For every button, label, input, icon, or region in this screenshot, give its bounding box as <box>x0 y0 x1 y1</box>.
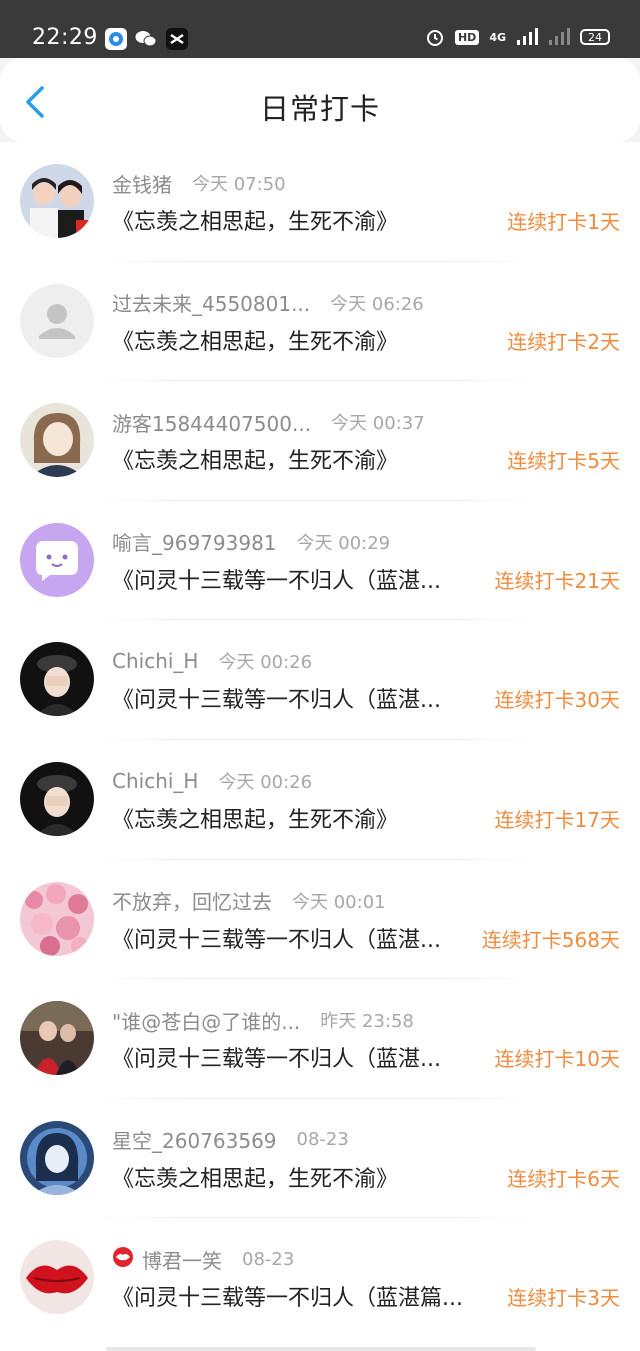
book-title[interactable]: 《问灵十三载等一不归人（蓝湛篇... <box>112 1280 472 1312</box>
streak-label: 连续打卡568天 <box>481 927 620 952</box>
timestamp: 昨天 23:58 <box>320 1011 414 1033</box>
username[interactable]: 星空_260763569 <box>112 1125 277 1154</box>
item-meta: 不放弃，回忆过去 今天 00:01 <box>112 888 472 914</box>
streak-label: 连续打卡1天 <box>507 210 620 234</box>
streak-label: 连续打卡3天 <box>507 1286 620 1311</box>
streak-label: 连续打卡10天 <box>494 1047 620 1072</box>
list-item[interactable]: 过去未来_4550801... 今天 06:26 《忘羡之相思起，生死不渝》 连… <box>0 262 640 382</box>
timestamp: 08-23 <box>242 1248 295 1270</box>
status-time: 22:29 <box>32 25 98 50</box>
timestamp: 今天 00:26 <box>218 652 313 674</box>
item-meta: 游客15844407500... 今天 00:37 <box>112 408 472 437</box>
list-item[interactable]: 金钱猪 今天 07:50 《忘羡之相思起，生死不渝》 连续打卡1天 <box>0 142 640 262</box>
timestamp: 今天 00:37 <box>331 413 425 435</box>
username[interactable]: 不放弃，回忆过去 <box>112 886 272 915</box>
list-item[interactable]: Chichi_H 今天 00:26 《问灵十三载等一不归人（蓝湛... 连续打卡… <box>0 620 640 740</box>
avatar[interactable] <box>20 1001 94 1076</box>
timestamp: 今天 06:26 <box>330 293 424 315</box>
streak-label: 连续打卡30天 <box>494 688 620 713</box>
book-title[interactable]: 《问灵十三载等一不归人（蓝湛... <box>112 563 472 595</box>
network-label: 4G <box>489 30 506 44</box>
timestamp: 今天 07:50 <box>192 174 286 195</box>
item-meta: 过去未来_4550801... 今天 06:26 <box>112 290 472 316</box>
streak-label: 连续打卡21天 <box>494 568 620 593</box>
capcut-icon <box>166 28 188 50</box>
list-item[interactable]: 博君一笑 08-23 《问灵十三载等一不归人（蓝湛篇... 连续打卡3天 <box>0 1218 640 1338</box>
streak-label: 连续打卡17天 <box>494 808 620 832</box>
hd-icon: HD <box>454 29 480 45</box>
book-title[interactable]: 《问灵十三载等一不归人（蓝湛... <box>112 1041 472 1073</box>
system-icons: HD 4G 24 <box>425 27 610 47</box>
timestamp: 今天 00:26 <box>218 772 313 793</box>
status-bar: 22:29 HD 4G 24 <box>0 0 640 58</box>
avatar[interactable] <box>20 283 94 358</box>
item-meta: Chichi_H 今天 00:26 <box>112 768 472 794</box>
username[interactable]: "谁@苍白@了谁的... <box>112 1006 300 1035</box>
item-meta: 喻言_969793981 今天 00:29 <box>112 529 472 555</box>
book-title[interactable]: 《忘羡之相思起，生死不渝》 <box>112 204 472 236</box>
book-title[interactable]: 《忘羡之相思起，生死不渝》 <box>112 324 472 356</box>
list-item[interactable]: 喻言_969793981 今天 00:29 《问灵十三载等一不归人（蓝湛... … <box>0 501 640 621</box>
checkin-list: 金钱猪 今天 07:50 《忘羡之相思起，生死不渝》 连续打卡1天 过去未来_4… <box>0 142 640 1351</box>
scroll-hint <box>106 1347 536 1351</box>
book-title[interactable]: 《问灵十三载等一不归人（蓝湛... <box>112 922 472 954</box>
book-title[interactable]: 《问灵十三载等一不归人（蓝湛... <box>112 682 472 714</box>
list-item[interactable]: 星空_260763569 08-23 《忘羡之相思起，生死不渝》 连续打卡6天 <box>0 1099 640 1219</box>
item-meta: 博君一笑 08-23 <box>112 1245 472 1274</box>
username[interactable]: 喻言_969793981 <box>112 527 277 556</box>
item-meta: "谁@苍白@了谁的... 昨天 23:58 <box>112 1006 472 1035</box>
avatar[interactable] <box>20 164 94 238</box>
book-title[interactable]: 《忘羡之相思起，生死不渝》 <box>112 802 472 834</box>
page-title: 日常打卡 <box>259 92 380 126</box>
username[interactable]: Chichi_H <box>112 649 198 673</box>
timestamp: 今天 00:01 <box>292 891 386 913</box>
username[interactable]: 博君一笑 <box>142 1245 222 1274</box>
avatar[interactable] <box>20 1120 94 1195</box>
list-item[interactable]: Chichi_H 今天 00:26 《忘羡之相思起，生死不渝》 连续打卡17天 <box>0 740 640 860</box>
avatar[interactable] <box>20 1240 94 1315</box>
timestamp: 08-23 <box>296 1129 349 1151</box>
list-item[interactable]: "谁@苍白@了谁的... 昨天 23:58 《问灵十三载等一不归人（蓝湛... … <box>0 979 640 1099</box>
item-meta: 星空_260763569 08-23 <box>112 1127 472 1153</box>
username[interactable]: 金钱猪 <box>112 169 172 198</box>
book-title[interactable]: 《忘羡之相思起，生死不渝》 <box>112 1161 472 1193</box>
nav-bar: 日常打卡 <box>0 58 640 142</box>
battery-icon: 24 <box>580 29 610 45</box>
streak-label: 连续打卡5天 <box>507 449 620 474</box>
list-item[interactable]: 不放弃，回忆过去 今天 00:01 《问灵十三载等一不归人（蓝湛... 连续打卡… <box>0 860 640 980</box>
lips-badge-icon <box>112 1246 134 1272</box>
browser-app-icon <box>105 28 127 50</box>
signal-icon <box>517 28 538 45</box>
alarm-icon <box>426 30 443 46</box>
list-item[interactable]: 游客15844407500... 今天 00:37 《忘羡之相思起，生死不渝》 … <box>0 381 640 501</box>
username[interactable]: 过去未来_4550801... <box>112 288 310 317</box>
username[interactable]: 游客15844407500... <box>112 408 311 437</box>
avatar[interactable] <box>20 642 94 717</box>
avatar[interactable] <box>20 881 94 956</box>
avatar[interactable] <box>20 522 94 597</box>
streak-label: 连续打卡2天 <box>507 329 620 354</box>
item-meta: Chichi_H 今天 00:26 <box>112 648 472 674</box>
username[interactable]: Chichi_H <box>112 769 198 793</box>
avatar[interactable] <box>20 403 94 478</box>
streak-label: 连续打卡6天 <box>507 1166 620 1191</box>
book-title[interactable]: 《忘羡之相思起，生死不渝》 <box>112 443 472 475</box>
item-meta: 金钱猪 今天 07:50 <box>112 169 472 198</box>
signal-weak-icon <box>549 28 570 45</box>
avatar[interactable] <box>20 762 94 836</box>
wechat-icon <box>135 28 157 50</box>
timestamp: 今天 00:29 <box>296 532 391 554</box>
